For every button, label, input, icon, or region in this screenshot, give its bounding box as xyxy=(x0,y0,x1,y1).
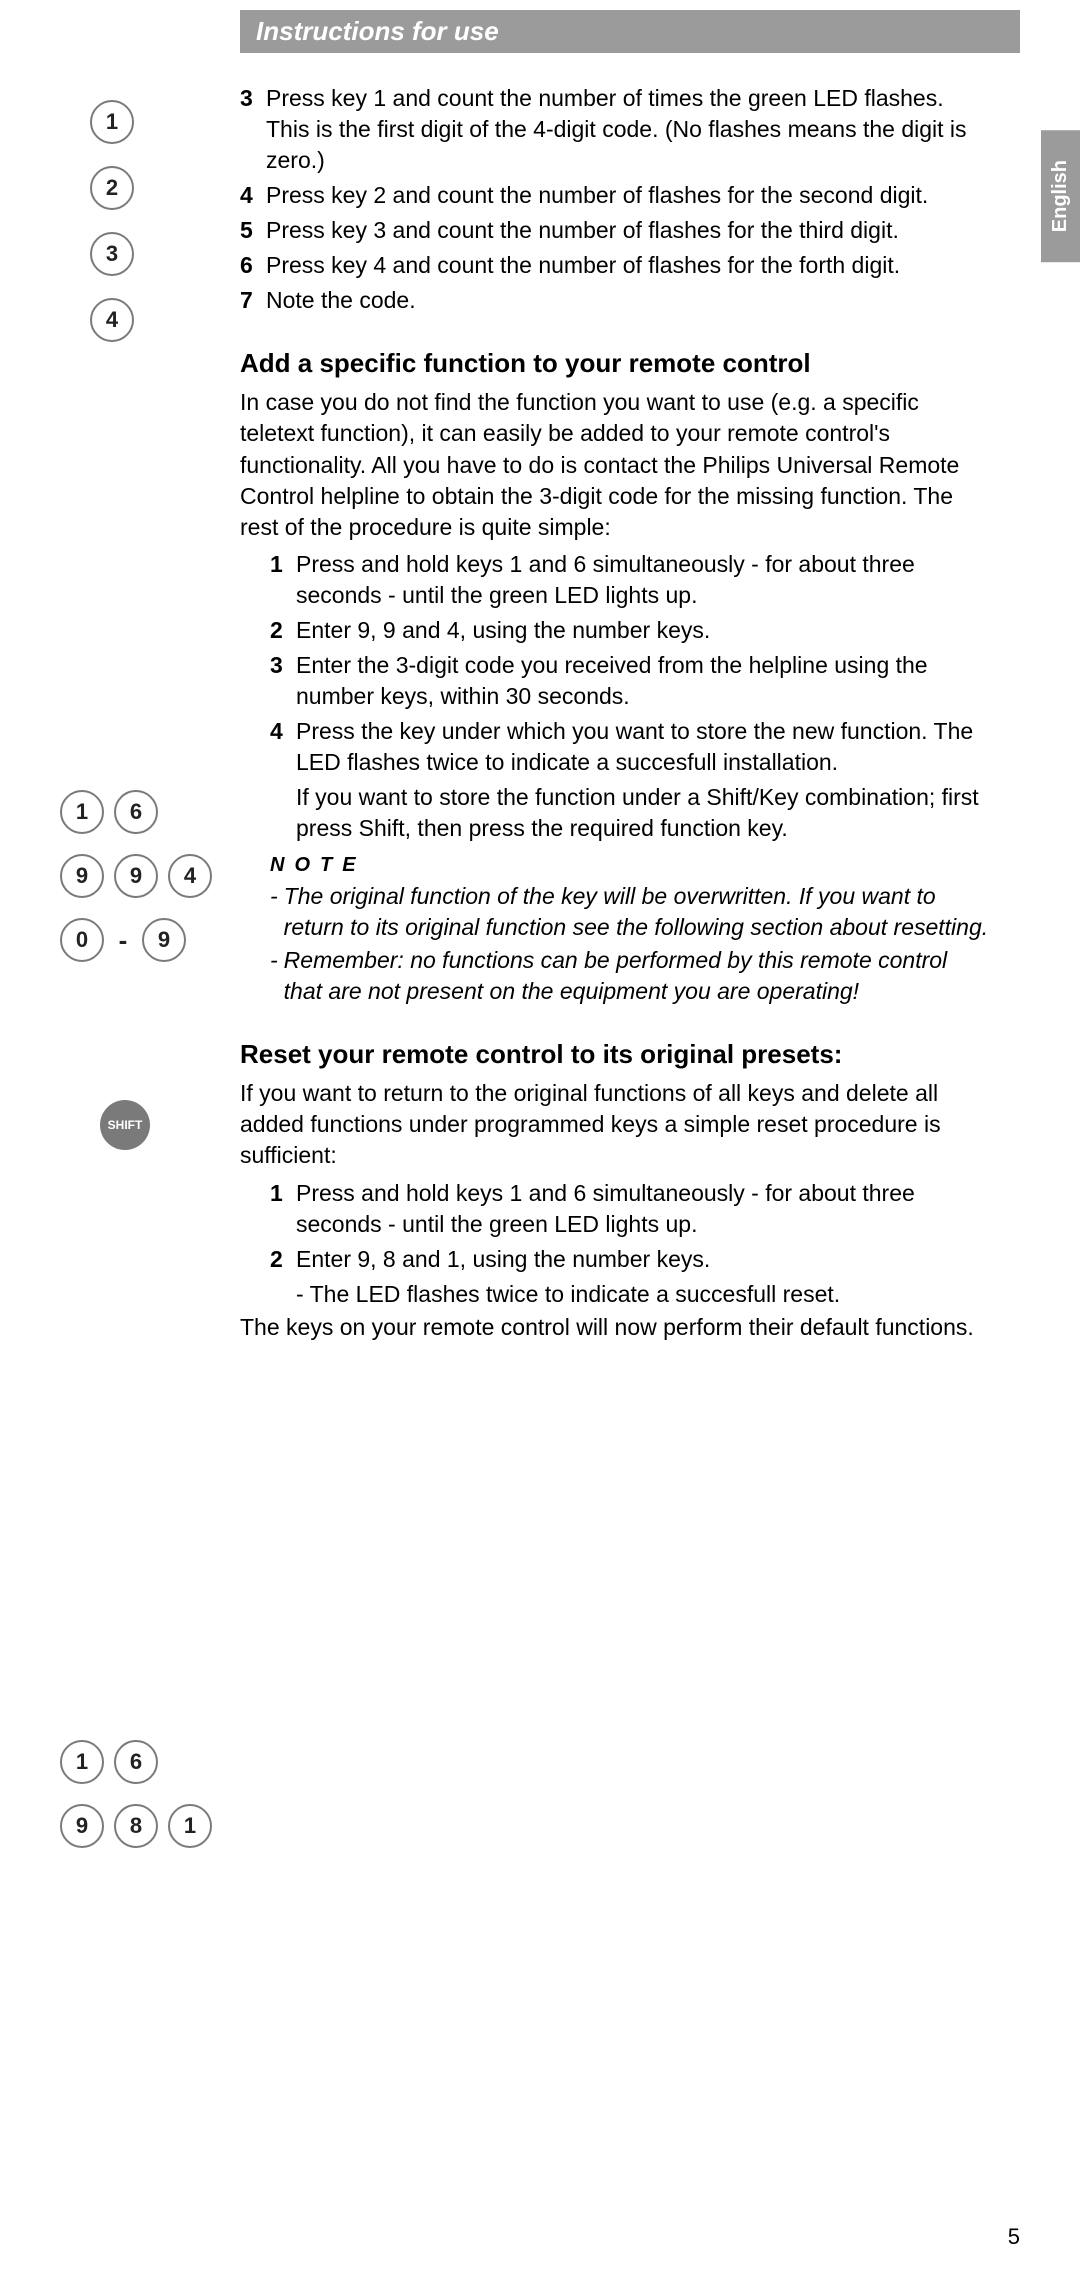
step-text: Enter 9, 9 and 4, using the number keys. xyxy=(296,615,990,646)
add-keys: 1 6 9 9 4 0 - 9 xyxy=(60,790,230,962)
step-text: Press key 1 and count the number of time… xyxy=(266,83,990,176)
step-row: 1Press and hold keys 1 and 6 simultaneou… xyxy=(270,549,990,611)
shift-key: SHIFT xyxy=(100,1100,150,1150)
step-row: 7Note the code. xyxy=(240,285,990,316)
step-num: 3 xyxy=(270,650,288,712)
note-item: -The original function of the key will b… xyxy=(270,881,990,943)
top-keys: 1 2 3 4 xyxy=(90,100,260,342)
key-1: 1 xyxy=(90,100,134,144)
step-row: 3Press key 1 and count the number of tim… xyxy=(240,83,990,176)
step-text: Enter the 3-digit code you received from… xyxy=(296,650,990,712)
language-tab: English xyxy=(1041,130,1080,262)
note-heading: NOTE xyxy=(270,852,990,879)
reset-section-intro: If you want to return to the original fu… xyxy=(240,1078,990,1171)
key-1: 1 xyxy=(60,1740,104,1784)
key-3: 3 xyxy=(90,232,134,276)
step-row: 4Press the key under which you want to s… xyxy=(270,716,990,778)
step-row: 4Press key 2 and count the number of fla… xyxy=(240,180,990,211)
dash: - xyxy=(270,945,278,1007)
step-text: Note the code. xyxy=(266,285,990,316)
key-9: 9 xyxy=(60,854,104,898)
dash: - xyxy=(114,925,132,956)
step-num: 1 xyxy=(270,1178,288,1240)
reset-confirm: - The LED flashes twice to indicate a su… xyxy=(270,1279,990,1310)
step-num: 1 xyxy=(270,549,288,611)
step-row: 2 Enter 9, 9 and 4, using the number keys… xyxy=(270,615,990,646)
key-9: 9 xyxy=(60,1804,104,1848)
step-text: Press key 3 and count the number of flas… xyxy=(266,215,990,246)
reset-section-title: Reset your remote control to its origina… xyxy=(240,1037,990,1072)
reset-keys: 1 6 9 8 1 xyxy=(60,1740,230,1848)
step-text: Press the key under which you want to st… xyxy=(296,716,990,778)
step-row: 2 Enter 9, 8 and 1, using the number keys… xyxy=(270,1244,990,1275)
step-num: 2 xyxy=(270,1244,288,1275)
key-6: 6 xyxy=(114,1740,158,1784)
step-row: 6Press key 4 and count the number of fla… xyxy=(240,250,990,281)
step-num: 2 xyxy=(270,615,288,646)
key-4: 4 xyxy=(90,298,134,342)
step-text: Press key 4 and count the number of flas… xyxy=(266,250,990,281)
note-text: The original function of the key will be… xyxy=(284,881,990,943)
step-row: 1Press and hold keys 1 and 6 simultaneou… xyxy=(270,1178,990,1240)
note-item: -Remember: no functions can be performed… xyxy=(270,945,990,1007)
add-section-title: Add a specific function to your remote c… xyxy=(240,346,990,381)
note-text: Remember: no functions can be performed … xyxy=(284,945,990,1007)
step-text: Press key 2 and count the number of flas… xyxy=(266,180,990,211)
step-row: 5Press key 3 and count the number of fla… xyxy=(240,215,990,246)
key-4: 4 xyxy=(168,854,212,898)
page-number: 5 xyxy=(1008,2224,1020,2250)
key-8: 8 xyxy=(114,1804,158,1848)
key-6: 6 xyxy=(114,790,158,834)
step-row: 3Enter the 3-digit code you received fro… xyxy=(270,650,990,712)
main-content: 3 Press key 1 and count the number of tim… xyxy=(240,83,990,1343)
shift-note: If you want to store the function under … xyxy=(270,782,990,844)
key-1: 1 xyxy=(168,1804,212,1848)
key-9: 9 xyxy=(142,918,186,962)
shift-key-group: SHIFT xyxy=(100,1100,270,1150)
dash: - xyxy=(270,881,278,943)
key-0: 0 xyxy=(60,918,104,962)
step-text: Press and hold keys 1 and 6 simultaneous… xyxy=(296,1178,990,1240)
reset-outro: The keys on your remote control will now… xyxy=(240,1312,990,1343)
key-2: 2 xyxy=(90,166,134,210)
key-9: 9 xyxy=(114,854,158,898)
key-1: 1 xyxy=(60,790,104,834)
step-text: Press and hold keys 1 and 6 simultaneous… xyxy=(296,549,990,611)
step-num: 4 xyxy=(270,716,288,778)
step-text: Enter 9, 8 and 1, using the number keys. xyxy=(296,1244,990,1275)
add-section-intro: In case you do not find the function you… xyxy=(240,387,990,542)
page-header: Instructions for use xyxy=(240,10,1020,53)
